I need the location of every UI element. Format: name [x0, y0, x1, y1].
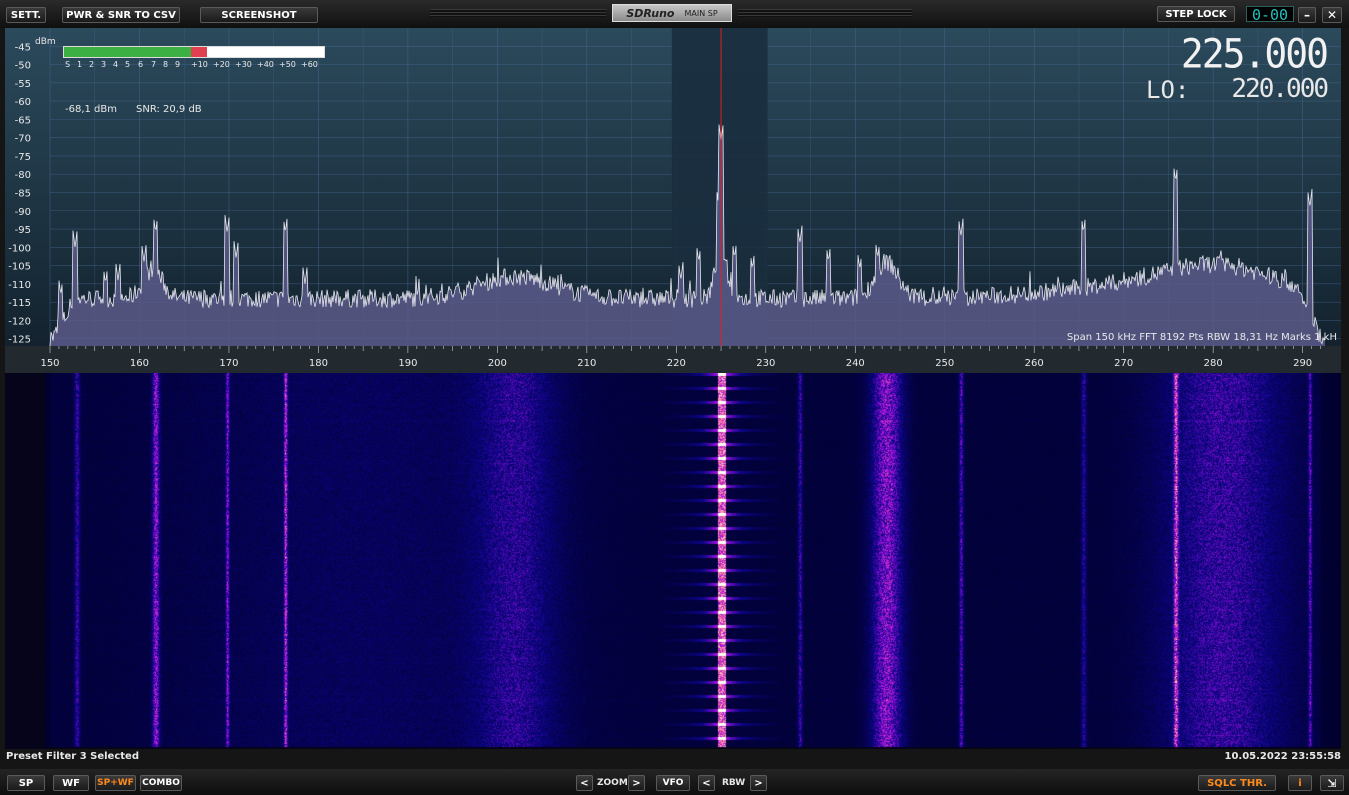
s-meter-scale-label: 5	[125, 60, 131, 69]
settings-button[interactable]: SETT.	[6, 7, 46, 23]
spectrum-plot[interactable]: -45 -50 -55 -60 -65 -70 -75 -80 -85 -90 -95 -100 -10…	[5, 28, 1341, 373]
s-meter-level	[64, 47, 192, 57]
pwr-snr-csv-button[interactable]: PWR & SNR TO CSV	[62, 7, 180, 23]
s-meter-scale-label: 9	[175, 60, 181, 69]
s-meter-scale-label: S	[65, 60, 71, 69]
s-meter-scale-label: 4	[113, 60, 119, 69]
s-meter-scale-label: 7	[151, 60, 157, 69]
vfo-button[interactable]: VFO	[656, 775, 690, 791]
x-tick-label: 200	[488, 358, 507, 369]
x-tick-label: 250	[935, 358, 954, 369]
zoom-in-button[interactable]: >	[628, 775, 645, 791]
s-meter	[63, 46, 325, 58]
x-tick-label: 280	[1204, 358, 1223, 369]
signal-power-readout: -68,1 dBm	[65, 104, 118, 115]
y-tick-label: -80	[15, 170, 31, 181]
x-tick-label: 170	[219, 358, 238, 369]
y-tick-label: -125	[8, 335, 31, 346]
rbw-decrease-button[interactable]: <	[698, 775, 715, 791]
s-meter-scale-label: +10	[191, 60, 208, 69]
x-tick-label: 150	[40, 358, 59, 369]
x-tick-label: 180	[309, 358, 328, 369]
sp-mode-button[interactable]: SP	[7, 775, 45, 791]
waterfall-panel[interactable]: Preset Filter 3 Selected 10.05.2022 23:5…	[5, 373, 1341, 762]
s-meter-scale-label: 1	[77, 60, 83, 69]
s-meter-scale: S 1 2 3 4 5 6 7 8 9 +10 +20 +30 +40 +50 +60	[63, 60, 333, 70]
zoom-label: ZOOM	[597, 778, 628, 788]
window-subtitle: MAIN SP	[684, 8, 718, 18]
spectrum-panel[interactable]: -45 -50 -55 -60 -65 -70 -75 -80 -85 -90 -95 -100 -10…	[5, 28, 1341, 373]
window-drag-grip[interactable]	[430, 9, 606, 17]
x-tick-label: 290	[1293, 358, 1312, 369]
sdruno-logo: SDRuno	[626, 6, 675, 20]
wf-mode-button[interactable]: WF	[53, 775, 89, 791]
s-meter-scale-label: +20	[213, 60, 230, 69]
s-meter-scale-label: 6	[138, 60, 144, 69]
s-meter-scale-label: +50	[279, 60, 296, 69]
y-tick-label: -95	[15, 225, 31, 236]
y-tick-label: -105	[8, 262, 31, 273]
y-tick-label: -55	[15, 79, 31, 90]
x-tick-label: 260	[1025, 358, 1044, 369]
x-tick-label: 230	[756, 358, 775, 369]
y-tick-label: -100	[8, 243, 31, 254]
resize-icon[interactable]: ⇲	[1320, 775, 1344, 791]
close-button[interactable]: ✕	[1322, 7, 1342, 23]
y-tick-label: -45	[15, 42, 31, 53]
s-meter-scale-label: +30	[235, 60, 252, 69]
y-unit-label: dBm	[35, 37, 56, 47]
x-tick-label: 220	[667, 358, 686, 369]
s-meter-scale-label: 3	[101, 60, 107, 69]
sqlc-threshold-button[interactable]: SQLC THR.	[1198, 775, 1276, 791]
zoom-out-button[interactable]: <	[576, 775, 593, 791]
top-toolbar: SETT. PWR & SNR TO CSV SCREENSHOT SDRuno…	[0, 0, 1349, 28]
rbw-label: RBW	[722, 778, 746, 788]
minimize-button[interactable]: –	[1298, 7, 1316, 23]
y-tick-label: -60	[15, 97, 31, 108]
y-tick-label: -50	[15, 61, 31, 72]
y-tick-label: -70	[15, 134, 31, 145]
info-button[interactable]: i	[1288, 775, 1312, 791]
waterfall-display[interactable]	[5, 373, 1341, 749]
x-tick-label: 270	[1114, 358, 1133, 369]
s-meter-scale-label: +40	[257, 60, 274, 69]
lo-label: LO:	[1146, 76, 1190, 104]
timestamp: 10.05.2022 23:55:58	[1224, 751, 1342, 762]
y-tick-label: -110	[8, 280, 31, 291]
x-tick-label: 240	[846, 358, 865, 369]
y-tick-label: -65	[15, 115, 31, 126]
y-tick-label: -115	[8, 298, 31, 309]
main-frequency-display[interactable]: 225.000	[1181, 31, 1329, 77]
x-tick-label: 210	[577, 358, 596, 369]
sp-wf-mode-button[interactable]: SP+WF	[95, 775, 136, 791]
window-title: SDRuno MAIN SP	[612, 4, 732, 22]
screenshot-button[interactable]: SCREENSHOT	[200, 7, 318, 23]
x-tick-label: 160	[130, 358, 149, 369]
step-lock-button[interactable]: STEP LOCK	[1157, 6, 1235, 22]
s-meter-overload	[191, 47, 207, 57]
clock-display: 0-00	[1246, 6, 1294, 23]
preset-filter-status: Preset Filter 3 Selected	[6, 751, 139, 762]
combo-mode-button[interactable]: COMBO	[140, 775, 182, 791]
rbw-increase-button[interactable]: >	[750, 775, 767, 791]
y-tick-label: -85	[15, 188, 31, 199]
s-meter-scale-label: 8	[163, 60, 169, 69]
spectrum-status-line: Span 150 kHz FFT 8192 Pts RBW 18,31 Hz M…	[1066, 332, 1337, 343]
snr-readout: SNR: 20,9 dB	[136, 104, 202, 115]
lo-frequency-display[interactable]: 220.000	[1231, 74, 1329, 104]
window-drag-grip-right[interactable]	[738, 9, 912, 17]
y-tick-label: -120	[8, 316, 31, 327]
s-meter-scale-label: 2	[89, 60, 95, 69]
y-tick-label: -75	[15, 152, 31, 163]
s-meter-scale-label: +60	[301, 60, 318, 69]
x-tick-label: 190	[398, 358, 417, 369]
y-tick-label: -90	[15, 207, 31, 218]
